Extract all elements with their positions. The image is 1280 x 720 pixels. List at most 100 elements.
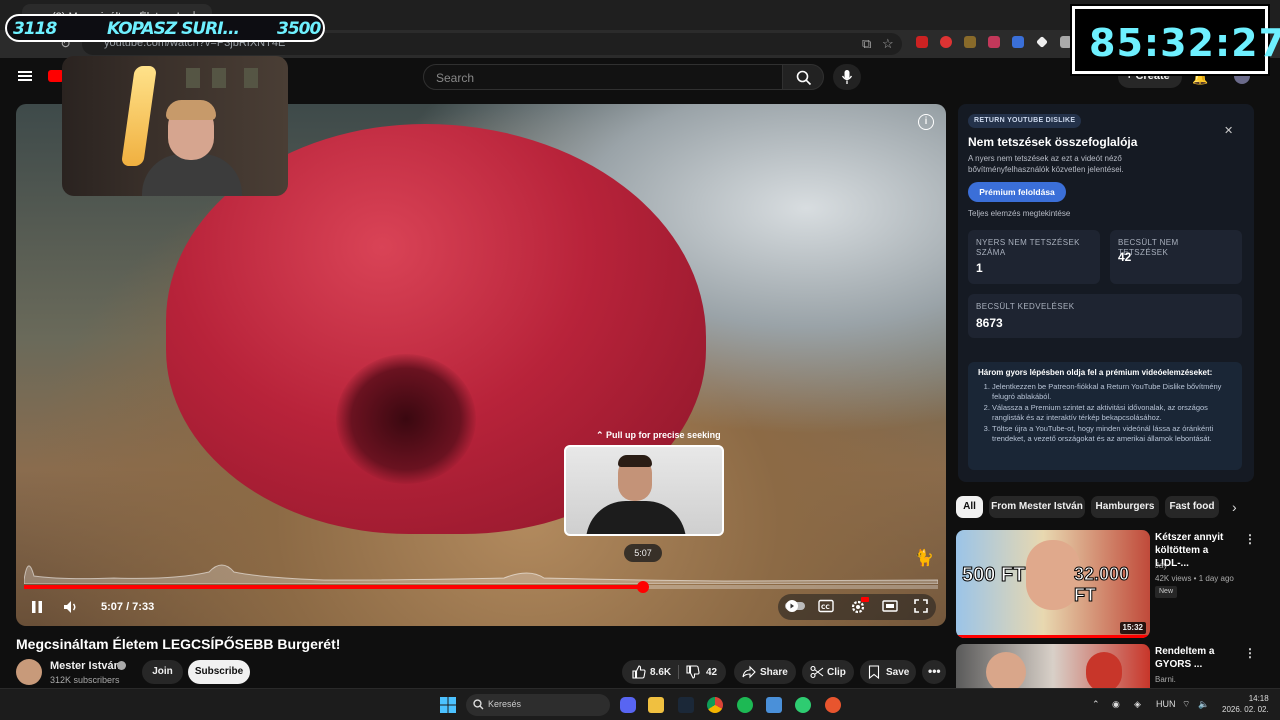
more-actions-button[interactable]: •••: [922, 660, 946, 684]
svg-text:CC: CC: [821, 604, 830, 611]
more-vertical-icon[interactable]: ⋮: [1244, 532, 1256, 546]
windows-taskbar: Keresés ⌃ ◉ ◈ HUN ⌔ 🔈 14:18 2026. 02. 02…: [0, 688, 1280, 720]
volume-icon[interactable]: [62, 598, 80, 616]
steps-list: Jelentkezzen be Patreon-fiókkal a Return…: [992, 382, 1232, 445]
seek-preview-thumbnail: [564, 445, 724, 536]
network-icon[interactable]: ⌔: [1182, 699, 1190, 710]
progress-scrubber[interactable]: [636, 581, 649, 593]
raw-dislikes-value: 1: [976, 261, 983, 275]
channel-avatar[interactable]: [16, 659, 42, 685]
full-analysis-link[interactable]: Teljes elemzés megtekintése: [968, 209, 1070, 218]
search-icon: [796, 70, 812, 86]
share-label: Share: [760, 667, 788, 678]
voice-search-button[interactable]: [833, 64, 861, 90]
thumbs-up-icon[interactable]: [632, 665, 646, 679]
save-button[interactable]: Save: [860, 660, 916, 684]
rec-thumbnail[interactable]: 500 FT 32.000 FT 15:32: [956, 530, 1150, 638]
channel-name[interactable]: Mester István: [50, 660, 120, 672]
search-placeholder: Search: [436, 71, 475, 85]
scissors-icon: [810, 665, 824, 679]
steam-icon[interactable]: [678, 697, 694, 713]
chrome-icon[interactable]: [707, 697, 723, 713]
subscribe-button[interactable]: Subscribe: [188, 660, 250, 684]
extensions-puzzle-icon[interactable]: [1060, 36, 1072, 48]
stream-timer: 85:32:27: [1089, 21, 1280, 65]
rec-thumbnail[interactable]: [956, 644, 1150, 688]
premium-steps-box: Három gyors lépésben oldja fel a prémium…: [968, 362, 1242, 470]
subtitles-icon[interactable]: CC: [818, 599, 834, 613]
bookmark-star-icon[interactable]: ☆: [882, 36, 894, 52]
clock-date: 2026. 02. 02.: [1222, 705, 1269, 714]
join-button[interactable]: Join: [142, 660, 183, 684]
thumbs-down-icon[interactable]: [686, 665, 700, 679]
clock-time: 14:18: [1248, 694, 1269, 703]
tray-app-icon[interactable]: ◉: [1112, 699, 1120, 710]
ryd-description: A nyers nem tetszések az ezt a videót né…: [968, 154, 1124, 174]
stream-timer-overlay: 85:32:27: [1070, 4, 1280, 76]
menu-icon[interactable]: [18, 71, 32, 81]
close-icon[interactable]: ✕: [1224, 124, 1233, 137]
more-horizontal-icon: •••: [928, 664, 941, 678]
volume-icon[interactable]: 🔈: [1198, 699, 1209, 710]
rec-channel[interactable]: Barni.: [1155, 674, 1176, 685]
file-explorer-icon[interactable]: [648, 697, 664, 713]
app-icon[interactable]: [825, 697, 841, 713]
counter-left-value: 3118: [13, 19, 57, 39]
dislike-count[interactable]: 42: [706, 667, 717, 678]
premium-unlock-button[interactable]: Prémium feloldása: [968, 182, 1066, 202]
chevron-up-icon[interactable]: ⌃: [1092, 699, 1100, 710]
subscriber-count: 312K subscribers: [50, 675, 120, 685]
taskbar-search[interactable]: Keresés: [466, 694, 610, 716]
app-icon[interactable]: [795, 697, 811, 713]
microphone-icon: [841, 70, 853, 84]
pull-up-hint: ⌃ Pull up for precise seeking: [596, 430, 721, 440]
streamer-body: [142, 154, 242, 196]
autoplay-toggle-icon[interactable]: [784, 599, 806, 613]
step-item: Jelentkezzen be Patreon-fiókkal a Return…: [992, 382, 1232, 401]
fullscreen-icon[interactable]: [914, 599, 928, 613]
extension-icon[interactable]: [988, 36, 1000, 48]
notepad-icon[interactable]: [766, 697, 782, 713]
extension-icon[interactable]: [1012, 36, 1024, 48]
extension-icon[interactable]: [916, 36, 928, 48]
thumbnail-face: [986, 652, 1026, 688]
install-icon[interactable]: ⧉: [862, 36, 871, 52]
cat-sticker-icon: 🐈: [914, 550, 934, 567]
wall-picture: [244, 68, 258, 88]
chip-all[interactable]: All: [956, 496, 983, 518]
clip-button[interactable]: Clip: [802, 660, 854, 684]
search-button[interactable]: [782, 64, 824, 90]
progress-bar[interactable]: [24, 581, 938, 593]
tray-app-icon[interactable]: ◈: [1134, 699, 1141, 710]
chevron-right-icon[interactable]: ›: [1232, 499, 1237, 515]
search-input[interactable]: Search: [423, 64, 783, 90]
like-count[interactable]: 8.6K: [650, 667, 671, 678]
spotify-icon[interactable]: [737, 697, 753, 713]
video-title: Megcsináltam Életem LEGCSÍPŐSEBB Burgeré…: [16, 636, 341, 652]
chip-from-channel[interactable]: From Mester István: [989, 496, 1085, 518]
estimated-likes-label: BECSÜLT KEDVELÉSEK: [976, 302, 1075, 311]
taskbar-clock[interactable]: 14:18 2026. 02. 02.: [1222, 693, 1269, 715]
rec-title[interactable]: Rendeltem a GYORS ...: [1155, 645, 1235, 671]
share-button[interactable]: Share: [734, 660, 796, 684]
extension-icon[interactable]: [964, 36, 976, 48]
windows-start-icon[interactable]: [440, 697, 456, 713]
wall-picture: [186, 68, 200, 88]
more-vertical-icon[interactable]: ⋮: [1244, 646, 1256, 660]
info-icon[interactable]: i: [918, 114, 934, 130]
thumbnail-face: [1026, 540, 1080, 610]
pause-icon[interactable]: [28, 598, 46, 616]
extension-icon[interactable]: [940, 36, 952, 48]
streamer-webcam: [62, 56, 288, 196]
chip-fast-food[interactable]: Fast food: [1165, 496, 1219, 518]
chip-hamburgers[interactable]: Hamburgers: [1091, 496, 1159, 518]
like-divider: [678, 665, 679, 679]
rec-channel[interactable]: Jay: [1155, 560, 1167, 571]
step-item: Töltse újra a YouTube-ot, hogy minden vi…: [992, 424, 1232, 443]
estimated-dislikes-label: BECSÜLT NEM TETSZÉSEK: [1118, 238, 1179, 257]
like-dislike-group: 8.6K 42: [622, 660, 726, 684]
input-language[interactable]: HUN: [1156, 699, 1176, 709]
theater-mode-icon[interactable]: [882, 599, 898, 613]
hd-badge: [861, 597, 869, 602]
discord-icon[interactable]: [620, 697, 636, 713]
